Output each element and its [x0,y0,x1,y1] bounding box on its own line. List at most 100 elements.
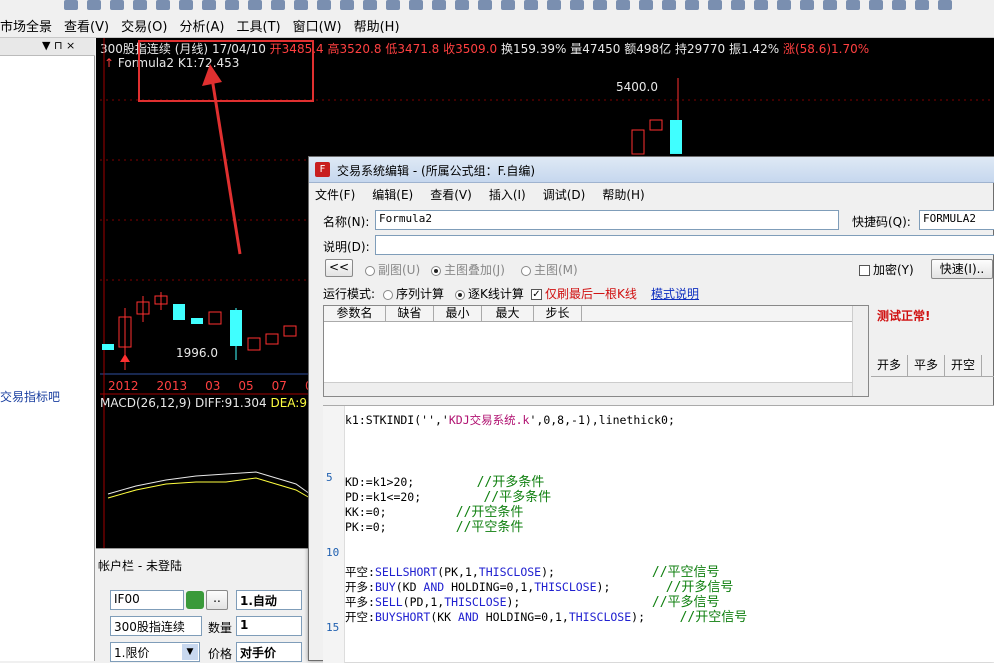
toolbar-icon[interactable] [754,0,768,10]
quick-button[interactable]: 快速(I).. [931,259,993,279]
mainchart-option[interactable]: 主图(M) [521,261,578,278]
price-field[interactable]: 对手价 [236,642,302,662]
col-max[interactable]: 最大 [482,306,534,321]
tab-close-long[interactable]: 平多 [908,355,946,376]
toolbar-icon[interactable] [179,0,193,10]
grid-hscrollbar[interactable] [324,382,852,396]
menu-analysis[interactable]: 分析(A) [179,16,224,35]
toolbar-icon[interactable] [340,0,354,10]
dialog-menu-debug[interactable]: 调试(D) [543,186,586,203]
annotation-arrow [202,64,242,255]
description-field[interactable] [375,235,994,255]
toolbar-icon[interactable] [685,0,699,10]
menu-tools[interactable]: 工具(T) [237,16,281,35]
toolbar-icon[interactable] [133,0,147,10]
shortcut-field[interactable]: FORMULA2 [919,210,994,230]
shortcut-label: 快捷码(Q): [852,215,911,229]
toolbar-icon[interactable] [455,0,469,10]
dialog-menu-file[interactable]: 文件(F) [315,186,355,203]
dialog-titlebar[interactable]: F 交易系统编辑 - (所属公式组：F.自编) [309,157,994,183]
toolbar-icon[interactable] [938,0,952,10]
toolbar-icon[interactable] [593,0,607,10]
toolbar-icon[interactable] [915,0,929,10]
tab-open-long[interactable]: 开多 [871,355,909,376]
radio-icon [521,265,531,276]
toolbar-icon[interactable] [248,0,262,10]
toolbar-icon[interactable] [708,0,722,10]
col-default[interactable]: 缺省 [386,306,434,321]
menu-trade[interactable]: 交易(O) [121,16,167,35]
chevron-down-icon[interactable]: ▼ [182,644,198,660]
col-min[interactable]: 最小 [434,306,482,321]
quantity-field[interactable]: 1 [236,616,302,636]
toolbar-icon[interactable] [294,0,308,10]
code-text: 开空: [345,610,375,624]
toolbar-icon[interactable] [777,0,791,10]
toolbar-icon[interactable] [363,0,377,10]
dialog-menu-edit[interactable]: 编辑(E) [372,186,413,203]
toolbar-icon[interactable] [225,0,239,10]
dialog-menu-view[interactable]: 查看(V) [430,186,472,203]
toolbar-icon[interactable] [432,0,446,10]
panel-controls[interactable]: ▼ ⊓ × [42,39,75,52]
collapse-button[interactable]: << [325,259,353,277]
menu-market[interactable]: 市场全景 [0,16,52,35]
toolbar-icon[interactable] [731,0,745,10]
contract-field[interactable]: IF00 [110,590,184,610]
macd-dea-line [107,477,311,499]
dialog-menu-help[interactable]: 帮助(H) [602,186,644,203]
refresh-last-option[interactable]: ✓ 仅刷最后一根K线 [531,285,637,302]
dialog-menu-insert[interactable]: 插入(I) [489,186,526,203]
toolbar-icon[interactable] [846,0,860,10]
quantity-label: 数量 [208,621,233,635]
password-label: 加密(Y) [873,263,914,277]
subchart-option[interactable]: 副图(U) [365,261,420,278]
code-editor[interactable]: 5 10 15 k1:STKINDI('','KDJ交易系统.k',0,8,-1… [323,405,994,663]
menu-help[interactable]: 帮助(H) [354,16,400,35]
overlay-option[interactable]: 主图叠加(J) [431,261,505,278]
toolbar-icon[interactable] [317,0,331,10]
main-menubar: 市场全景 查看(V) 交易(O) 分析(A) 工具(T) 窗口(W) 帮助(H) [0,0,994,38]
x-tick-label: 03 [205,379,221,393]
col-step[interactable]: 步长 [534,306,582,321]
lock-icon[interactable] [186,591,204,609]
toolbar-icon[interactable] [639,0,653,10]
toolbar-icon[interactable] [501,0,515,10]
indicator-forum-link[interactable]: 交易指标吧 [0,388,60,405]
toolbar-icon[interactable] [616,0,630,10]
name-label: 名称(N): [323,215,370,229]
toolbar-icon[interactable] [386,0,400,10]
menu-window[interactable]: 窗口(W) [293,16,342,35]
tab-open-short[interactable]: 开空 [945,355,983,376]
toolbar-icon[interactable] [110,0,124,10]
code-text: =0,1, [534,610,569,624]
toolbar-icon[interactable] [823,0,837,10]
grid-scrollbar[interactable] [852,306,868,396]
toolbar-icon[interactable] [87,0,101,10]
col-param-name[interactable]: 参数名 [324,306,386,321]
toolbar-icon[interactable] [800,0,814,10]
run-tick-label: 逐K线计算 [468,287,524,301]
toolbar-icon[interactable] [271,0,285,10]
menu-view[interactable]: 查看(V) [64,16,109,35]
parameter-grid[interactable]: 参数名 缺省 最小 最大 步长 [323,305,869,397]
mode-help-link[interactable]: 模式说明 [651,285,699,302]
toolbar-icon[interactable] [156,0,170,10]
toolbar-icon[interactable] [478,0,492,10]
order-mode-field[interactable]: 1.自动 [236,590,302,610]
browse-button[interactable]: .. [206,590,228,610]
name-field[interactable]: Formula2 [375,210,839,230]
toolbar-icon[interactable] [64,0,78,10]
toolbar-icon[interactable] [409,0,423,10]
run-sequence-option[interactable]: 序列计算 [383,285,444,302]
toolbar-icon[interactable] [570,0,584,10]
x-axis-labels: 2012 2013 03 05 07 09 [108,379,320,393]
toolbar-icon[interactable] [524,0,538,10]
toolbar-icon[interactable] [869,0,883,10]
toolbar-icon[interactable] [892,0,906,10]
toolbar-icon[interactable] [202,0,216,10]
run-tick-option[interactable]: 逐K线计算 [455,285,524,302]
password-option[interactable]: 加密(Y) [859,261,914,278]
toolbar-icon[interactable] [662,0,676,10]
toolbar-icon[interactable] [547,0,561,10]
